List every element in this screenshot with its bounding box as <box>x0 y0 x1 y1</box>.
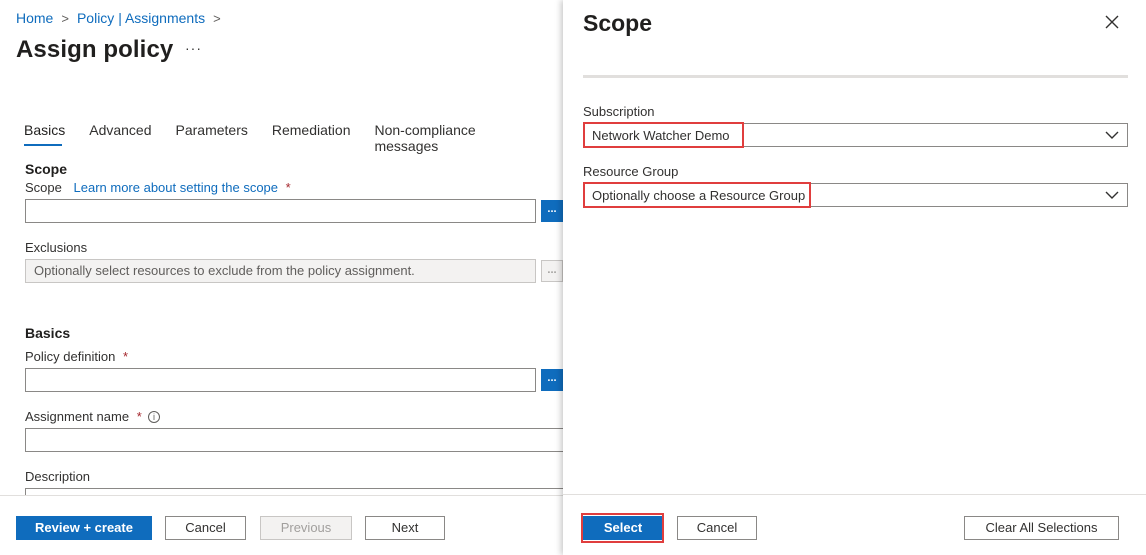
review-create-button[interactable]: Review + create <box>16 516 152 540</box>
chevron-down-icon <box>1105 191 1119 199</box>
tab-basics[interactable]: Basics <box>24 122 65 158</box>
previous-button[interactable]: Previous <box>260 516 352 540</box>
scope-section-heading: Scope <box>25 161 68 177</box>
learn-more-scope-link[interactable]: Learn more about setting the scope <box>74 180 279 195</box>
wizard-footer: Review + create Cancel Previous Next <box>0 495 563 555</box>
panel-footer: Select Cancel Clear All Selections <box>563 494 1146 555</box>
subscription-value: Network Watcher Demo <box>592 128 730 143</box>
subscription-dropdown[interactable]: Network Watcher Demo <box>583 123 1128 147</box>
panel-divider <box>583 75 1128 78</box>
tab-bar: Basics Advanced Parameters Remediation N… <box>24 122 563 158</box>
breadcrumb-policy-assignments[interactable]: Policy | Assignments <box>77 10 205 26</box>
chevron-right-icon: > <box>61 10 69 26</box>
more-options-icon[interactable]: ··· <box>185 40 202 56</box>
panel-title: Scope <box>583 10 653 36</box>
assignment-name-label-row: Assignment name * <box>25 409 142 424</box>
scope-browse-button[interactable]: ... <box>541 200 563 222</box>
info-icon[interactable]: i <box>148 411 160 423</box>
required-marker: * <box>122 349 129 364</box>
exclusions-browse-button[interactable]: ... <box>541 260 563 282</box>
tab-non-compliance-messages[interactable]: Non-compliance messages <box>374 122 539 158</box>
breadcrumb: Home > Policy | Assignments > <box>16 10 229 26</box>
exclusions-input[interactable]: Optionally select resources to exclude f… <box>25 259 536 283</box>
assignment-name-input[interactable] <box>25 428 563 452</box>
required-marker: * <box>285 180 291 195</box>
assignment-name-label: Assignment name <box>25 409 130 424</box>
assign-policy-page: Home > Policy | Assignments > Assign pol… <box>0 0 563 555</box>
description-label: Description <box>25 469 91 484</box>
basics-section-heading: Basics <box>25 325 71 341</box>
chevron-down-icon <box>1105 131 1119 139</box>
scope-label: Scope <box>25 180 62 195</box>
panel-cancel-button[interactable]: Cancel <box>677 516 757 540</box>
scope-panel: Scope Subscription Network Watcher Demo … <box>563 0 1146 555</box>
policy-definition-label-row: Policy definition * <box>25 349 128 364</box>
next-button[interactable]: Next <box>365 516 445 540</box>
cancel-button[interactable]: Cancel <box>165 516 246 540</box>
clear-all-selections-button[interactable]: Clear All Selections <box>964 516 1119 540</box>
resource-group-label: Resource Group <box>583 164 679 179</box>
close-icon[interactable] <box>1104 14 1120 30</box>
tab-advanced[interactable]: Advanced <box>89 122 151 158</box>
scope-input[interactable] <box>25 199 536 223</box>
policy-definition-label: Policy definition <box>25 349 116 364</box>
policy-definition-input[interactable] <box>25 368 536 392</box>
chevron-right-icon: > <box>213 10 221 26</box>
tab-parameters[interactable]: Parameters <box>176 122 248 158</box>
breadcrumb-home[interactable]: Home <box>16 10 53 26</box>
select-button[interactable]: Select <box>583 516 663 540</box>
exclusions-label: Exclusions <box>25 240 88 255</box>
subscription-label: Subscription <box>583 104 655 119</box>
page-title: Assign policy <box>16 36 174 63</box>
resource-group-value: Optionally choose a Resource Group <box>592 188 806 203</box>
resource-group-dropdown[interactable]: Optionally choose a Resource Group <box>583 183 1128 207</box>
active-tab-indicator <box>24 144 62 146</box>
required-marker: * <box>136 409 142 424</box>
policy-definition-browse-button[interactable]: ... <box>541 369 563 391</box>
scope-field-label-row: Scope Learn more about setting the scope… <box>25 180 291 195</box>
tab-remediation[interactable]: Remediation <box>272 122 351 158</box>
